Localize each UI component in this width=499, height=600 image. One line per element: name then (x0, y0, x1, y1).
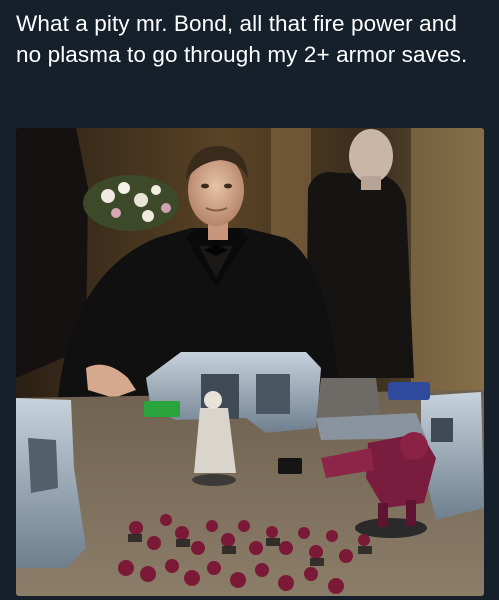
flowers (83, 175, 179, 231)
meme-photo[interactable] (16, 128, 484, 596)
meme-post: What a pity mr. Bond, all that fire powe… (0, 0, 499, 600)
photo-illustration (16, 128, 484, 596)
blue-card (388, 382, 430, 400)
dice (278, 458, 302, 474)
caption-text: What a pity mr. Bond, all that fire powe… (16, 11, 468, 67)
green-card (144, 401, 180, 417)
